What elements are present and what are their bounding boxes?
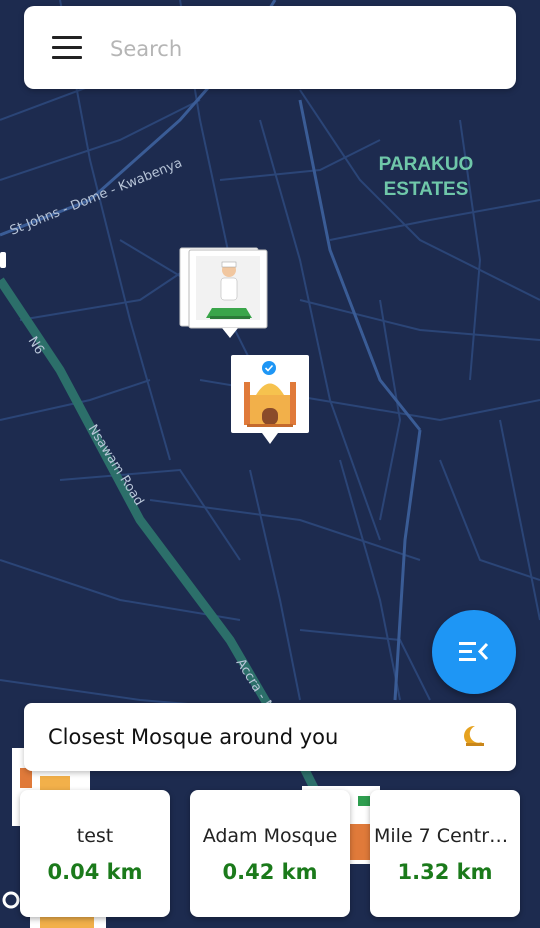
list-collapse-icon [459,642,489,661]
area-label-line2: ESTATES [384,179,469,200]
mosque-card[interactable]: test 0.04 km [20,790,170,917]
closest-mosque-title: Closest Mosque around you [48,725,339,749]
map-view[interactable]: St Johns - Dome - Kwabenya N6 Nsawam Roa… [0,0,540,928]
crescent-logo-icon [464,725,484,746]
area-label-line1: PARAKUO [379,154,474,175]
mosque-card[interactable]: Adam Mosque 0.42 km [190,790,350,917]
map-marker-mosque[interactable] [231,355,309,444]
map-marker-praying[interactable] [179,247,268,338]
mosque-icon [20,768,32,788]
nearby-list-button[interactable] [432,610,516,694]
mosque-distance: 1.32 km [397,860,493,884]
mosque-name: test [76,825,114,847]
mosque-distance: 0.04 km [47,860,143,884]
closest-mosque-panel[interactable]: Closest Mosque around you [24,703,516,771]
mosque-card[interactable]: Mile 7 Central ... 1.32 km [370,790,520,917]
mosque-name: Mile 7 Central ... [374,825,516,847]
praying-person-icon [196,256,260,320]
road-shield-icon [0,252,6,268]
menu-icon[interactable] [52,36,82,60]
verified-check-icon [262,361,276,375]
search-input[interactable] [108,28,492,70]
search-bar [24,6,516,89]
mosque-icon [350,824,370,860]
mosque-distance: 0.42 km [222,860,318,884]
mosque-name: Adam Mosque [202,825,338,847]
